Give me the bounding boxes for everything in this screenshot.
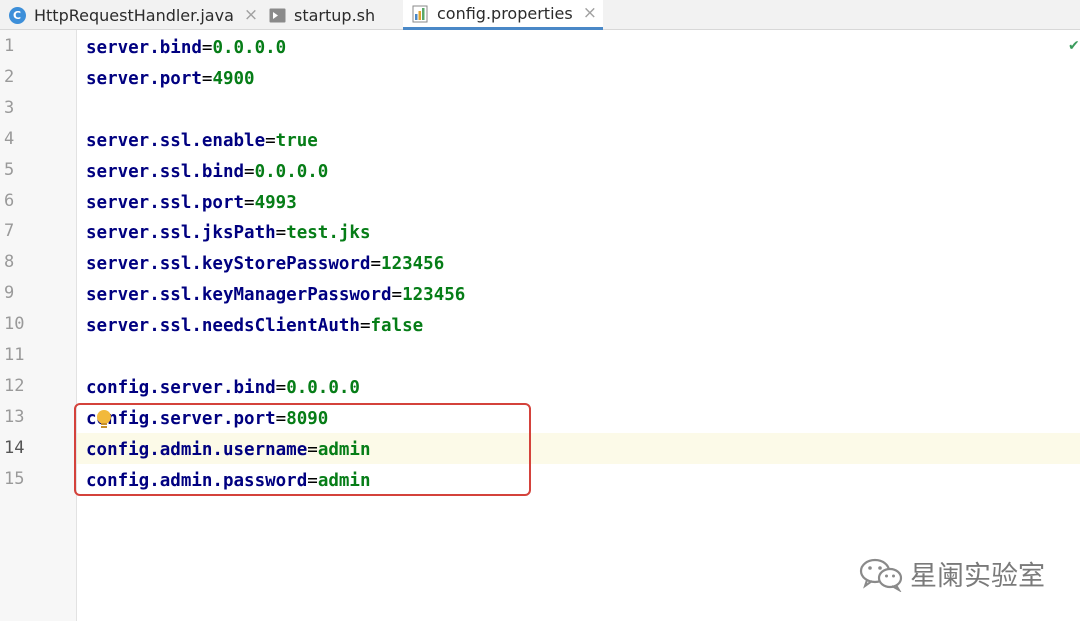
line-number: 10: [4, 314, 25, 335]
inspection-ok-icon[interactable]: ✔: [1068, 38, 1080, 54]
editor-tab-bar: C HttpRequestHandler.java × startup.sh c…: [0, 0, 1080, 30]
tab-label: config.properties: [437, 4, 573, 23]
property-separator: =: [391, 285, 403, 306]
line-number: 14: [4, 437, 25, 458]
property-separator: =: [359, 316, 371, 337]
tab-httprequesthandler[interactable]: C HttpRequestHandler.java ×: [0, 0, 260, 30]
close-icon[interactable]: ×: [583, 5, 597, 22]
property-key: server.ssl.keyManagerPassword: [86, 285, 392, 306]
annotation-highlight-box: [74, 403, 531, 496]
watermark-text: 星阑实验室: [910, 561, 1045, 592]
code-line: server.ssl.bind=0.0.0.0: [86, 160, 328, 184]
tab-startup-sh[interactable]: startup.sh: [260, 0, 400, 30]
line-number: 8: [4, 252, 15, 273]
code-line: server.ssl.keyStorePassword=123456: [86, 252, 444, 276]
code-line: config.server.bind=0.0.0.0: [86, 376, 360, 400]
property-key: server.ssl.keyStorePassword: [86, 254, 371, 275]
line-number: 4: [4, 128, 15, 149]
line-number: 13: [4, 406, 25, 427]
property-separator: =: [201, 68, 213, 89]
property-key: server.ssl.port: [86, 192, 245, 213]
property-value: 0.0.0.0: [212, 38, 287, 58]
line-number: 9: [4, 283, 15, 304]
property-key: server.ssl.jksPath: [86, 223, 276, 244]
property-separator: =: [201, 38, 213, 58]
property-value: 0.0.0.0: [286, 377, 360, 398]
property-value: true: [275, 130, 318, 151]
line-number: 2: [4, 66, 15, 87]
property-value: false: [370, 316, 424, 337]
java-class-icon: C: [8, 6, 26, 24]
property-value: 0.0.0.0: [254, 161, 329, 182]
line-number: 5: [4, 159, 15, 180]
tab-label: startup.sh: [294, 5, 376, 25]
code-line: server.ssl.port=4993: [86, 191, 297, 215]
shell-script-icon: [268, 6, 286, 24]
line-number: 7: [4, 221, 15, 242]
code-line: server.ssl.needsClientAuth=false: [86, 314, 423, 338]
property-separator: =: [370, 254, 382, 275]
property-key: server.bind: [86, 38, 202, 58]
code-line: server.ssl.jksPath=test.jks: [86, 221, 371, 245]
line-number: 12: [4, 375, 25, 396]
watermark: 星阑实验室: [858, 554, 1045, 593]
property-separator: =: [265, 130, 276, 151]
properties-file-icon: [411, 5, 429, 23]
code-line: server.bind=0.0.0.0: [86, 36, 286, 60]
property-separator: =: [244, 161, 255, 182]
property-separator: =: [275, 223, 287, 244]
property-value: 123456: [402, 285, 466, 306]
property-key: server.ssl.enable: [86, 130, 266, 151]
code-line: server.ssl.enable=true: [86, 129, 318, 153]
property-key: config.server.bind: [86, 377, 276, 398]
property-key: server.ssl.needsClientAuth: [86, 316, 360, 337]
tab-config-properties[interactable]: config.properties ×: [403, 0, 603, 30]
line-number: 15: [4, 468, 25, 489]
code-line: server.ssl.keyManagerPassword=123456: [86, 283, 465, 307]
close-icon[interactable]: ×: [244, 6, 258, 24]
property-value: 4993: [254, 192, 297, 213]
property-key: server.ssl.bind: [86, 161, 245, 182]
code-line: server.port=4900: [86, 67, 255, 91]
property-value: test.jks: [286, 223, 371, 244]
line-number: 1: [4, 36, 15, 56]
tab-label: HttpRequestHandler.java: [34, 5, 234, 25]
property-key: server.port: [86, 68, 202, 89]
property-separator: =: [275, 377, 287, 398]
wechat-icon: [858, 556, 904, 593]
intention-bulb-icon[interactable]: [96, 409, 112, 431]
property-separator: =: [244, 192, 255, 213]
property-value: 123456: [381, 254, 445, 275]
line-number: 3: [4, 97, 15, 118]
line-number: 6: [4, 190, 15, 211]
property-value: 4900: [212, 68, 255, 89]
line-number: 11: [4, 345, 25, 365]
